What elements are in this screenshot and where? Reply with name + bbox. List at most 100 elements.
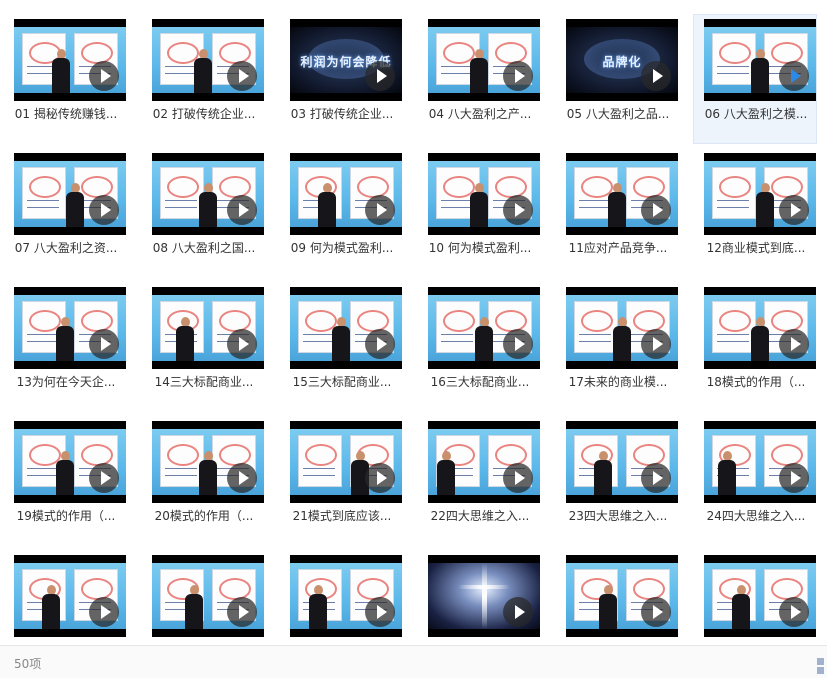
play-button-icon[interactable] [89, 329, 119, 359]
video-title: 05 八大盈利之品... [566, 107, 670, 121]
video-item[interactable]: 24四大思维之入... [693, 416, 817, 546]
play-button-icon[interactable] [503, 597, 533, 627]
video-item[interactable] [279, 550, 403, 645]
video-item[interactable]: 07 八大盈利之资... [3, 148, 127, 278]
video-title: 24四大思维之入... [706, 509, 806, 523]
play-button-icon[interactable] [227, 61, 257, 91]
play-button-icon[interactable] [779, 329, 809, 359]
play-button-icon[interactable] [365, 597, 395, 627]
video-thumbnail [704, 153, 816, 235]
video-item[interactable]: 19模式的作用（... [3, 416, 127, 546]
video-item[interactable]: 04 八大盈利之产... [417, 14, 541, 144]
video-thumbnail [14, 287, 126, 369]
play-button-icon[interactable] [641, 463, 671, 493]
play-button-icon[interactable] [641, 61, 671, 91]
video-item[interactable]: 02 打破传统企业... [141, 14, 265, 144]
video-thumbnail [428, 153, 540, 235]
video-thumbnail [152, 287, 264, 369]
play-button-icon[interactable] [779, 61, 809, 91]
video-thumbnail [704, 287, 816, 369]
play-button-icon[interactable] [227, 463, 257, 493]
video-thumbnail: 利润为何会降低 [290, 19, 402, 101]
video-title: 03 打破传统企业... [290, 107, 394, 121]
video-item[interactable]: 14三大标配商业... [141, 282, 265, 412]
play-button-icon[interactable] [89, 463, 119, 493]
video-thumbnail [152, 555, 264, 637]
video-thumbnail [152, 19, 264, 101]
video-title: 19模式的作用（... [16, 509, 116, 523]
play-button-icon[interactable] [503, 61, 533, 91]
play-button-icon[interactable] [365, 195, 395, 225]
video-title: 11应对产品竞争... [568, 241, 668, 255]
video-title: 17未来的商业模... [568, 375, 668, 389]
play-button-icon[interactable] [365, 61, 395, 91]
play-button-icon[interactable] [503, 463, 533, 493]
video-thumbnail [566, 153, 678, 235]
video-title: 02 打破传统企业... [152, 107, 256, 121]
play-button-icon[interactable] [227, 329, 257, 359]
video-item[interactable] [417, 550, 541, 645]
video-item[interactable]: 16三大标配商业... [417, 282, 541, 412]
video-item[interactable]: 01 揭秘传统赚钱... [3, 14, 127, 144]
play-button-icon[interactable] [779, 195, 809, 225]
video-item[interactable]: 15三大标配商业... [279, 282, 403, 412]
status-bar: 50项 [0, 645, 827, 678]
grid-view-icon[interactable] [817, 658, 825, 674]
play-button-icon[interactable] [503, 195, 533, 225]
video-item[interactable]: 13为何在今天企... [3, 282, 127, 412]
video-thumbnail [428, 287, 540, 369]
play-button-icon[interactable] [89, 195, 119, 225]
video-grid: 01 揭秘传统赚钱... 02 打破传统企业... 利润为何会降低 03 打破传统企业… [0, 0, 827, 645]
video-title: 06 八大盈利之模... [704, 107, 808, 121]
play-button-icon[interactable] [641, 329, 671, 359]
video-title: 22四大思维之入... [430, 509, 530, 523]
video-item[interactable]: 品牌化 05 八大盈利之品... [555, 14, 679, 144]
video-thumbnail [428, 421, 540, 503]
play-button-icon[interactable] [779, 463, 809, 493]
play-button-icon[interactable] [227, 597, 257, 627]
video-item[interactable]: 20模式的作用（... [141, 416, 265, 546]
video-title: 13为何在今天企... [16, 375, 116, 389]
video-item[interactable] [141, 550, 265, 645]
video-item[interactable] [555, 550, 679, 645]
video-item[interactable]: 09 何为模式盈利... [279, 148, 403, 278]
video-thumbnail [704, 555, 816, 637]
play-button-icon[interactable] [779, 597, 809, 627]
video-item[interactable]: 22四大思维之入... [417, 416, 541, 546]
play-button-icon[interactable] [227, 195, 257, 225]
video-thumbnail [152, 421, 264, 503]
play-button-icon[interactable] [89, 597, 119, 627]
video-item[interactable] [3, 550, 127, 645]
play-button-icon[interactable] [641, 597, 671, 627]
video-item[interactable]: 11应对产品竞争... [555, 148, 679, 278]
video-title: 08 八大盈利之国... [152, 241, 256, 255]
video-item[interactable]: 12商业模式到底... [693, 148, 817, 278]
video-title: 12商业模式到底... [706, 241, 806, 255]
video-title: 20模式的作用（... [154, 509, 254, 523]
video-thumbnail [566, 287, 678, 369]
video-title: 21模式到底应该... [292, 509, 392, 523]
play-button-icon[interactable] [365, 463, 395, 493]
video-thumbnail [290, 287, 402, 369]
video-item[interactable]: 06 八大盈利之模... [693, 14, 817, 144]
video-item[interactable]: 10 何为模式盈利... [417, 148, 541, 278]
video-title: 16三大标配商业... [430, 375, 530, 389]
video-title: 07 八大盈利之资... [14, 241, 118, 255]
video-item[interactable]: 18模式的作用（... [693, 282, 817, 412]
play-button-icon[interactable] [641, 195, 671, 225]
play-button-icon[interactable] [365, 329, 395, 359]
play-button-icon[interactable] [503, 329, 533, 359]
video-thumbnail [428, 555, 540, 637]
video-title: 14三大标配商业... [154, 375, 254, 389]
video-item[interactable] [693, 550, 817, 645]
video-title: 23四大思维之入... [568, 509, 668, 523]
video-item[interactable]: 21模式到底应该... [279, 416, 403, 546]
video-item[interactable]: 利润为何会降低 03 打破传统企业... [279, 14, 403, 144]
video-title: 01 揭秘传统赚钱... [14, 107, 118, 121]
video-thumbnail [704, 421, 816, 503]
play-button-icon[interactable] [89, 61, 119, 91]
video-item[interactable]: 23四大思维之入... [555, 416, 679, 546]
video-item[interactable]: 08 八大盈利之国... [141, 148, 265, 278]
video-thumbnail [14, 153, 126, 235]
video-item[interactable]: 17未来的商业模... [555, 282, 679, 412]
